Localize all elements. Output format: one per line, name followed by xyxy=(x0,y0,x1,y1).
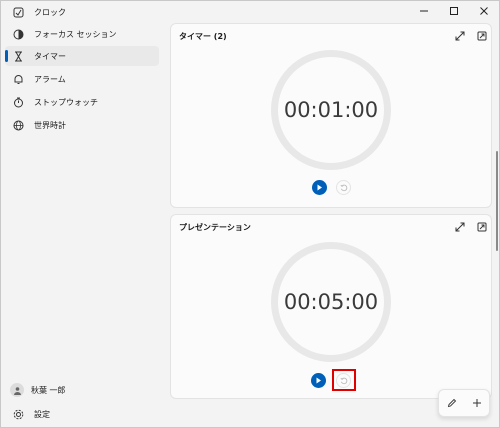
timer-card[interactable]: プレゼンテーション 00:05:00 xyxy=(170,214,492,399)
play-icon xyxy=(316,377,321,384)
expand-icon xyxy=(455,31,465,41)
keep-on-top-button[interactable] xyxy=(475,29,489,43)
expand-button[interactable] xyxy=(453,220,467,234)
minimize-button[interactable] xyxy=(409,1,439,21)
timer-time: 00:05:00 xyxy=(283,290,379,314)
settings-button[interactable]: 設定 xyxy=(5,404,159,424)
close-button[interactable] xyxy=(469,1,499,21)
bell-icon xyxy=(10,71,26,87)
sidebar-item-timer[interactable]: タイマー xyxy=(5,46,159,66)
expand-icon xyxy=(455,222,465,232)
add-icon xyxy=(472,399,481,407)
account-button[interactable]: 秋葉 一郎 xyxy=(5,380,159,400)
timer-toolbar xyxy=(438,389,490,417)
sidebar-item-stopwatch[interactable]: ストップウォッチ xyxy=(5,92,159,112)
timer-name: プレゼンテーション xyxy=(179,223,251,232)
reset-button[interactable] xyxy=(336,180,351,195)
sidebar-item-label: タイマー xyxy=(34,51,66,61)
close-icon xyxy=(480,7,488,15)
sidebar-item-clock[interactable]: クロック xyxy=(5,2,159,22)
play-icon xyxy=(317,184,322,191)
sidebar-item-label: クロック xyxy=(34,7,66,17)
timer-time: 00:01:00 xyxy=(283,98,379,122)
expand-button[interactable] xyxy=(453,29,467,43)
edit-icon xyxy=(447,398,456,408)
minimize-icon xyxy=(420,10,428,12)
edit-button[interactable] xyxy=(444,395,460,411)
sidebar-item-label: アラーム xyxy=(34,74,66,84)
selection-indicator xyxy=(5,50,8,62)
scrollbar-thumb[interactable] xyxy=(496,151,498,251)
window-controls xyxy=(409,1,499,21)
play-button[interactable] xyxy=(312,180,327,195)
hourglass-icon xyxy=(10,48,26,64)
timer-progress-ring: 00:05:00 xyxy=(271,242,391,362)
stopwatch-icon xyxy=(10,94,26,110)
timer-card[interactable]: タイマー (2) 00:01:00 xyxy=(170,23,492,208)
play-button[interactable] xyxy=(311,373,326,388)
highlight-box xyxy=(332,369,356,391)
sidebar-item-label: 世界時計 xyxy=(34,120,66,130)
settings-label: 設定 xyxy=(34,409,50,419)
timer-progress-ring: 00:01:00 xyxy=(271,50,391,170)
gear-icon xyxy=(10,406,26,422)
clock-icon xyxy=(10,4,26,20)
timer-name: タイマー (2) xyxy=(179,32,227,41)
maximize-button[interactable] xyxy=(439,1,469,21)
focus-icon xyxy=(10,26,26,42)
keep-on-top-button[interactable] xyxy=(475,220,489,234)
reset-icon xyxy=(339,184,347,191)
avatar xyxy=(10,383,24,397)
globe-icon xyxy=(10,117,26,133)
keep-on-top-icon xyxy=(477,222,487,232)
sidebar-item-focus-session[interactable]: フォーカス セッション xyxy=(5,24,159,44)
sidebar-item-world-clock[interactable]: 世界時計 xyxy=(5,115,159,135)
sidebar-item-label: フォーカス セッション xyxy=(34,29,117,39)
sidebar-item-alarm[interactable]: アラーム xyxy=(5,69,159,89)
sidebar: クロック フォーカス セッション タイマー アラーム ストップウォッチ 世界時計 xyxy=(1,1,163,428)
sidebar-item-label: ストップウォッチ xyxy=(34,97,98,107)
person-icon xyxy=(13,386,21,395)
maximize-icon xyxy=(450,7,458,15)
keep-on-top-icon xyxy=(477,31,487,41)
account-name: 秋葉 一郎 xyxy=(31,385,66,395)
add-timer-button[interactable] xyxy=(469,395,485,411)
